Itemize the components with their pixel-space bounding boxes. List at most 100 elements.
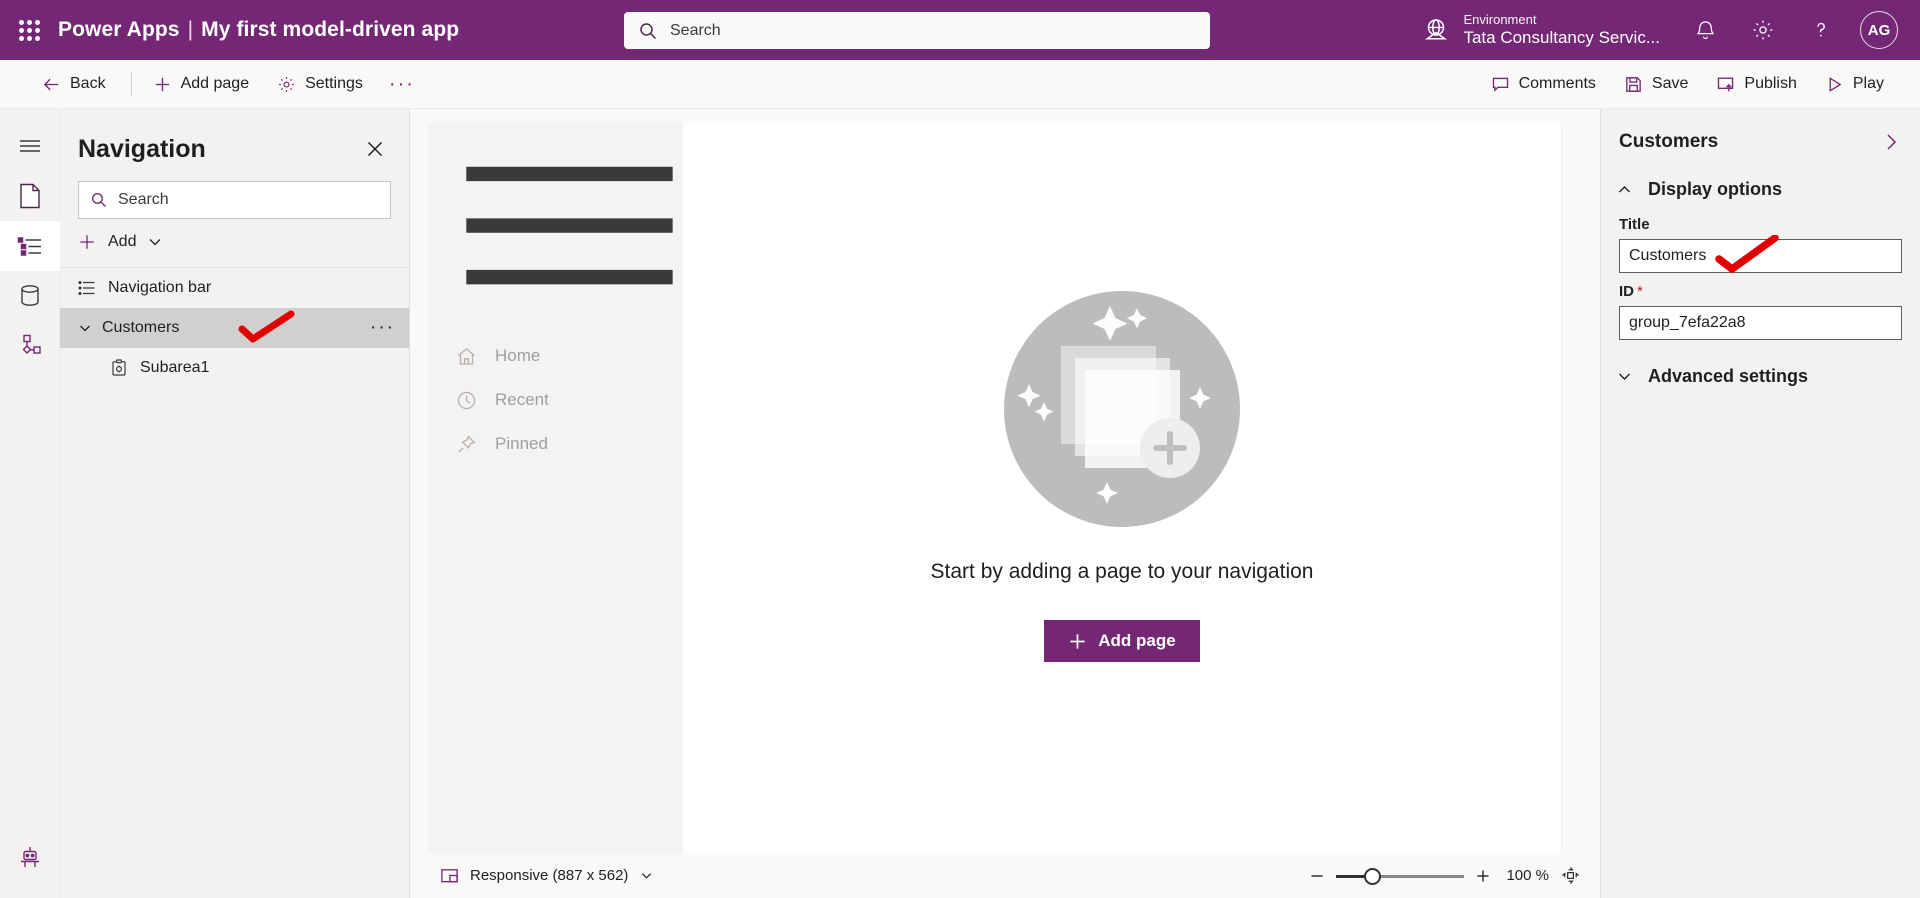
search-icon	[638, 21, 658, 41]
environment-label: Environment	[1463, 11, 1537, 27]
save-button[interactable]: Save	[1612, 65, 1700, 103]
tree-item-subarea1[interactable]: Subarea1	[60, 348, 409, 388]
page-title: Navigation	[78, 134, 206, 163]
header-search-box[interactable]: Search	[624, 12, 1210, 49]
navigation-panel-header: Navigation	[60, 109, 409, 175]
navigation-panel: Navigation Search Add Navigation bar Cus…	[60, 109, 410, 898]
rail-item-automation[interactable]	[0, 321, 60, 371]
back-button[interactable]: Back	[30, 65, 118, 103]
rail-item-pages[interactable]	[0, 171, 60, 221]
question-icon[interactable]	[1792, 0, 1850, 60]
rail-item-pages-menu[interactable]	[0, 121, 60, 171]
section-advanced-settings[interactable]: Advanced settings	[1601, 344, 1920, 397]
power-apps-designer: Power Apps | My first model-driven app Sea…	[0, 0, 1920, 898]
add-page-button[interactable]: Add page	[141, 65, 262, 103]
comments-button[interactable]: Comments	[1479, 65, 1608, 103]
tree-item-more-button[interactable]: ···	[370, 317, 395, 339]
pin-icon	[456, 434, 477, 455]
tree-item-label: Subarea1	[140, 359, 210, 376]
avatar[interactable]: AG	[1860, 11, 1898, 49]
add-label: Add	[108, 233, 137, 250]
rail-item-copilot[interactable]	[0, 832, 60, 882]
publish-icon	[1716, 75, 1735, 94]
app-header: Power Apps | My first model-driven app Sea…	[0, 0, 1920, 60]
rail-item-navigation[interactable]	[0, 221, 60, 271]
responsive-selector[interactable]: Responsive (887 x 562)	[440, 866, 653, 885]
publish-label: Publish	[1744, 75, 1797, 92]
overflow-menu-button[interactable]: ···	[379, 73, 425, 96]
hamburger-icon	[456, 143, 683, 308]
navigation-tree: Navigation bar Customers ··· Subarea1	[60, 268, 409, 898]
hamburger-icon	[18, 137, 42, 155]
preview-nav-label: Recent	[495, 390, 549, 410]
left-rail	[0, 109, 60, 898]
close-icon[interactable]	[359, 133, 391, 165]
device-frame-icon	[440, 866, 459, 885]
plus-icon	[78, 233, 96, 251]
save-label: Save	[1651, 75, 1689, 92]
back-label: Back	[70, 75, 106, 92]
settings-button[interactable]: Settings	[265, 65, 375, 103]
brand-separator: |	[187, 18, 194, 41]
plus-icon	[1068, 632, 1087, 651]
main-body: Navigation Search Add Navigation bar Cus…	[0, 109, 1920, 898]
empty-state-message: Start by adding a page to your navigatio…	[930, 560, 1314, 583]
properties-panel: Customers Display options Title Customer…	[1600, 109, 1920, 898]
rail-item-data[interactable]	[0, 271, 60, 321]
clock-icon	[456, 390, 477, 411]
preview-nav-item-pinned[interactable]: Pinned	[428, 422, 683, 466]
tree-item-label: Customers	[102, 319, 180, 336]
environment-selector[interactable]: Environment Tata Consultancy Servic...	[1421, 11, 1660, 47]
preview-nav-item-recent[interactable]: Recent	[428, 378, 683, 422]
tree-item-customers[interactable]: Customers ···	[60, 308, 409, 348]
required-marker: *	[1637, 283, 1643, 300]
section-label: Display options	[1648, 179, 1783, 199]
search-placeholder: Search	[118, 191, 169, 208]
zoom-slider[interactable]	[1336, 866, 1465, 886]
search-icon	[90, 191, 108, 209]
section-display-options[interactable]: Display options	[1601, 165, 1920, 210]
brand-title[interactable]: Power Apps | My first model-driven app	[58, 18, 459, 42]
chevron-down-icon	[148, 235, 162, 249]
chevron-down-icon	[640, 869, 653, 882]
settings-label: Settings	[305, 75, 363, 92]
bell-icon[interactable]	[1676, 0, 1734, 60]
preview-nav-label: Home	[495, 346, 541, 366]
header-search-placeholder: Search	[670, 21, 721, 39]
id-input[interactable]	[1619, 306, 1902, 340]
copilot-robot-icon	[17, 844, 43, 870]
responsive-label: Responsive (887 x 562)	[470, 867, 629, 884]
play-button[interactable]: Play	[1813, 65, 1896, 103]
publish-button[interactable]: Publish	[1704, 65, 1808, 103]
zoom-in-button[interactable]	[1470, 863, 1496, 889]
preview-nav-item-home[interactable]: Home	[428, 334, 683, 378]
properties-title: Customers	[1619, 131, 1719, 152]
command-bar: Back Add page Settings ··· Comments Save…	[0, 60, 1920, 109]
add-button[interactable]: Add	[60, 219, 409, 267]
field-label-text: ID	[1619, 283, 1634, 300]
chevron-right-icon[interactable]	[1880, 131, 1902, 153]
section-label: Advanced settings	[1648, 366, 1809, 386]
database-icon	[19, 284, 41, 308]
waffle-icon[interactable]	[0, 19, 58, 41]
brand-label: Power Apps	[58, 18, 180, 41]
preview-hamburger-button[interactable]	[428, 143, 683, 334]
globe-icon	[1421, 15, 1451, 45]
tree-item-navigation-bar[interactable]: Navigation bar	[60, 268, 409, 308]
play-icon	[1825, 75, 1844, 94]
chevron-down-icon[interactable]	[78, 321, 92, 335]
search-input[interactable]: Search	[78, 181, 391, 219]
gear-icon[interactable]	[1734, 0, 1792, 60]
checkmark-tree-customers	[238, 310, 295, 343]
add-page-button[interactable]: Add page	[1044, 620, 1200, 662]
field-title: Title	[1601, 210, 1920, 277]
canvas-right-gutter	[1562, 123, 1582, 853]
command-bar-right: Comments Save Publish Play	[1479, 65, 1900, 103]
plus-icon	[153, 75, 172, 94]
zoom-slider-thumb[interactable]	[1364, 867, 1382, 885]
app-name: My first model-driven app	[201, 18, 460, 41]
zoom-out-button[interactable]	[1304, 863, 1330, 889]
fit-to-screen-icon[interactable]	[1561, 866, 1580, 885]
app-preview: Home Recent Pinned Start by adding a pag…	[428, 123, 1562, 853]
title-input[interactable]	[1619, 239, 1902, 273]
